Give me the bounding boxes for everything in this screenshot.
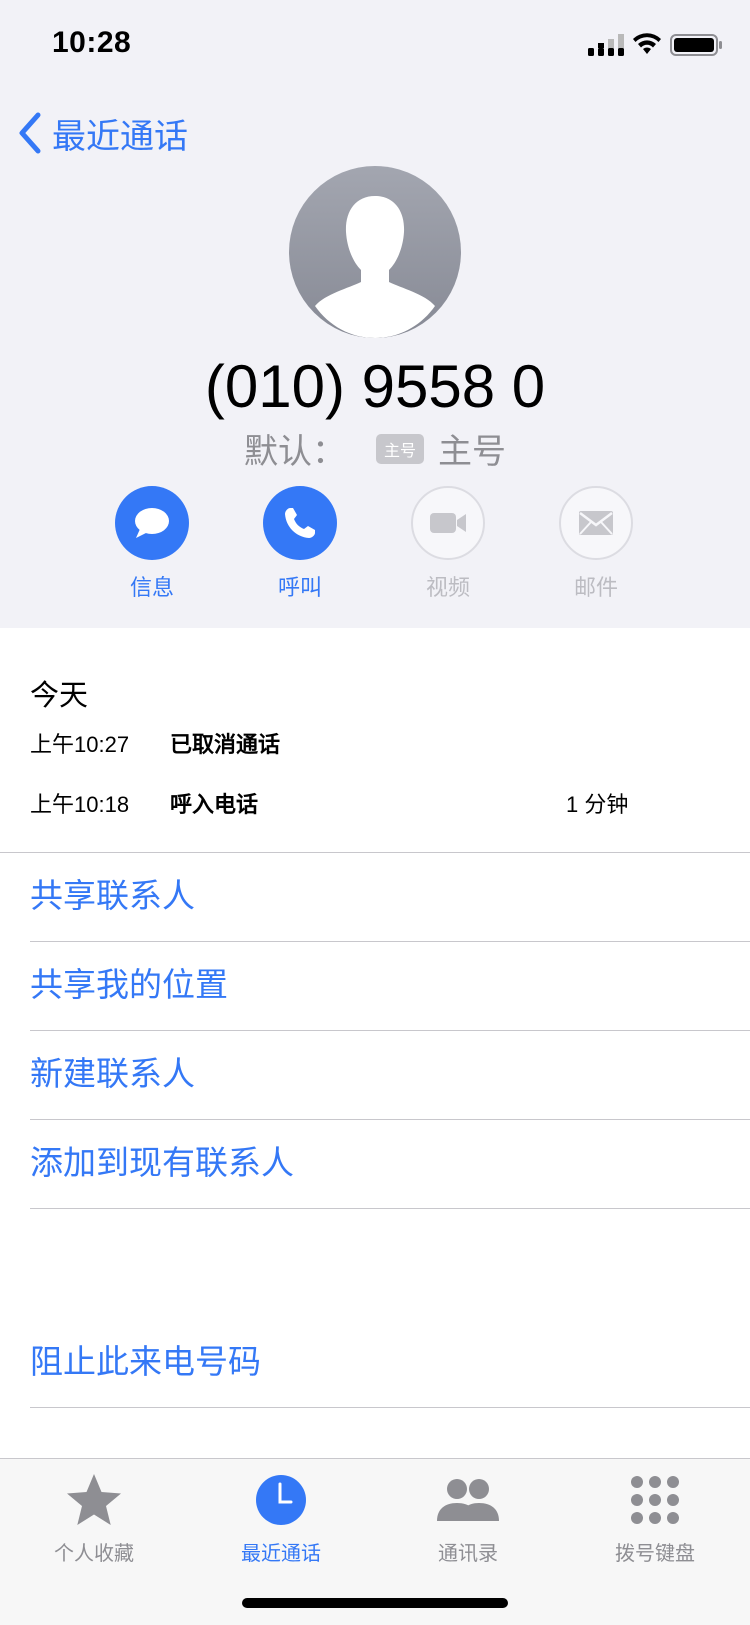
phone-icon [285, 508, 315, 538]
video-button[interactable]: 视频 [388, 486, 508, 602]
video-icon [430, 513, 466, 533]
block-caller-link[interactable]: 阻止此来电号码 [30, 1332, 261, 1392]
divider [0, 852, 750, 853]
video-label: 视频 [425, 576, 470, 601]
number-label: 主号 [438, 432, 506, 472]
call-label: 呼叫 [277, 576, 322, 601]
call-history-row: 上午10:27 已取消通话 [30, 723, 690, 763]
tab-recents[interactable]: 最近通话 [216, 1469, 346, 1566]
tab-contacts[interactable]: 通讯录 [403, 1469, 533, 1566]
clock-icon [256, 1475, 306, 1525]
call-type: 呼入电话 [170, 793, 259, 818]
divider [30, 1030, 750, 1031]
contact-actions: 信息 呼叫 视频 邮件 [0, 486, 750, 606]
add-to-existing-contact-link[interactable]: 添加到现有联系人 [30, 1133, 294, 1193]
call-history-row: 上午10:18 呼入电话 1 分钟 [30, 783, 690, 823]
mail-icon [579, 511, 613, 535]
phone-number: (010) 9558 0 [204, 353, 546, 420]
divider [30, 1119, 750, 1120]
number-label-row: 默认： 主号 主号 [0, 424, 750, 473]
tab-label: 拨号键盘 [615, 1541, 695, 1565]
call-button[interactable]: 呼叫 [240, 486, 360, 602]
chevron-left-icon [19, 112, 41, 154]
mail-button[interactable]: 邮件 [536, 486, 656, 602]
back-label: 最近通话 [52, 116, 188, 157]
call-type: 已取消通话 [170, 733, 281, 758]
call-time: 上午10:27 [30, 732, 130, 757]
label-prefix: 默认： [243, 432, 346, 472]
tab-label: 个人收藏 [54, 1541, 134, 1565]
battery-icon [670, 34, 722, 56]
cellular-signal-icon [588, 34, 624, 56]
divider [30, 1407, 750, 1408]
share-contact-link[interactable]: 共享联系人 [30, 866, 195, 926]
tab-keypad[interactable]: 拨号键盘 [590, 1469, 720, 1566]
share-location-link[interactable]: 共享我的位置 [30, 955, 228, 1015]
tab-favorites[interactable]: 个人收藏 [29, 1469, 159, 1566]
status-time: 10:28 [52, 26, 132, 59]
divider [30, 941, 750, 942]
call-time: 上午10:18 [30, 792, 130, 817]
number-tag-badge: 主号 [375, 433, 424, 464]
history-day: 今天 [30, 678, 89, 712]
new-contact-link[interactable]: 新建联系人 [30, 1044, 195, 1104]
contacts-icon [437, 1479, 499, 1521]
call-duration: 1 分钟 [566, 792, 629, 817]
home-indicator[interactable] [242, 1598, 508, 1608]
tab-label: 最近通话 [241, 1541, 321, 1565]
divider [30, 1208, 750, 1209]
message-icon [135, 508, 169, 538]
keypad-icon [631, 1476, 679, 1524]
back-button[interactable]: 最近通话 [16, 108, 188, 158]
mail-label: 邮件 [573, 576, 618, 601]
contact-avatar [289, 166, 461, 338]
star-icon [67, 1474, 121, 1525]
message-button[interactable]: 信息 [92, 486, 212, 602]
person-silhouette-icon [315, 196, 435, 338]
message-label: 信息 [129, 576, 174, 601]
tab-label: 通讯录 [438, 1541, 498, 1565]
wifi-icon [633, 33, 661, 54]
